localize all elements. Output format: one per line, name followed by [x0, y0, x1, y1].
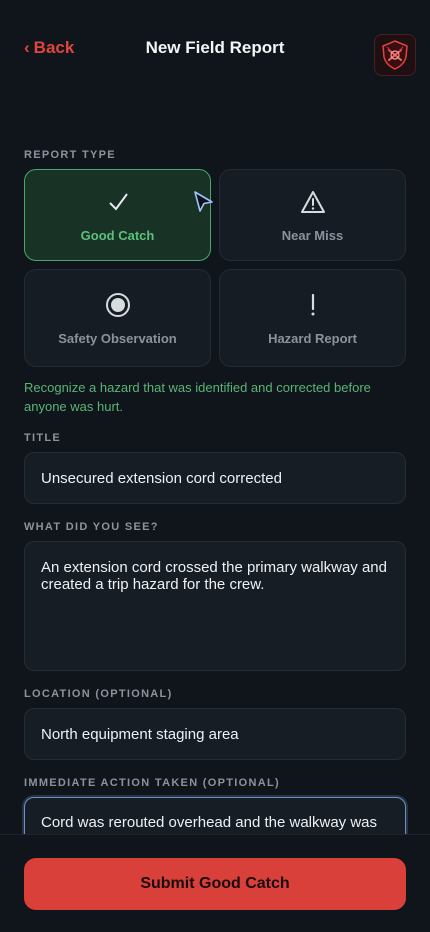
field-report-screen: ‹ Back New Field Report REPORT TYPE Good… [0, 0, 430, 932]
submit-button[interactable]: Submit Good Catch [24, 858, 406, 910]
report-type-label: REPORT TYPE [24, 149, 116, 161]
report-type-hazard-report[interactable]: Hazard Report [219, 269, 406, 367]
report-type-safety-observation[interactable]: Safety Observation [24, 269, 211, 367]
tile-label: Safety Observation [58, 330, 177, 346]
tile-label: Good Catch [80, 227, 155, 243]
page-title: New Field Report [145, 38, 285, 57]
what-did-you-see-label: WHAT DID YOU SEE? [24, 521, 159, 533]
report-type-description: Recognize a hazard that was identified a… [24, 380, 371, 414]
header: ‹ Back New Field Report [0, 0, 430, 100]
checkmark-icon [106, 188, 130, 216]
shield-logo-icon[interactable] [374, 34, 416, 76]
location-input[interactable]: North equipment staging area [24, 708, 406, 760]
warning-triangle-icon [300, 188, 326, 216]
tile-label: Hazard Report [268, 330, 357, 346]
location-label: LOCATION (OPTIONAL) [24, 688, 173, 700]
exclamation-icon [308, 291, 318, 319]
what-did-you-see-textarea[interactable]: An extension cord crossed the primary wa… [24, 541, 406, 671]
immediate-action-label: IMMEDIATE ACTION TAKEN (OPTIONAL) [24, 777, 280, 789]
title-input[interactable]: Unsecured extension cord corrected [24, 452, 406, 504]
tile-label: Near Miss [281, 227, 344, 243]
mouse-cursor-icon [194, 191, 213, 212]
report-type-good-catch[interactable]: Good Catch [24, 169, 211, 261]
footer-bar: Submit Good Catch [0, 834, 430, 932]
target-icon [105, 291, 131, 319]
title-label: TITLE [24, 432, 62, 444]
report-type-near-miss[interactable]: Near Miss [219, 169, 406, 261]
